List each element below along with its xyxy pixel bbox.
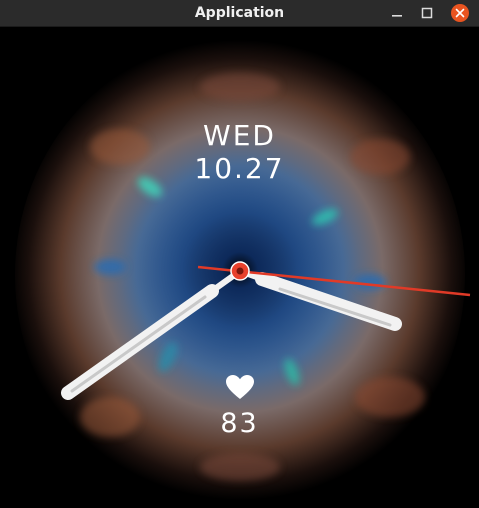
minimize-icon[interactable] xyxy=(388,4,406,22)
maximize-icon[interactable] xyxy=(418,4,436,22)
heart-icon xyxy=(226,375,254,399)
close-icon[interactable] xyxy=(451,4,469,22)
heart-rate-value: 83 xyxy=(220,408,259,439)
minute-hand xyxy=(61,268,243,400)
window-titlebar: Application xyxy=(0,0,479,27)
watch-face: WED 10.27 83 xyxy=(0,27,479,508)
window-title: Application xyxy=(194,5,285,21)
